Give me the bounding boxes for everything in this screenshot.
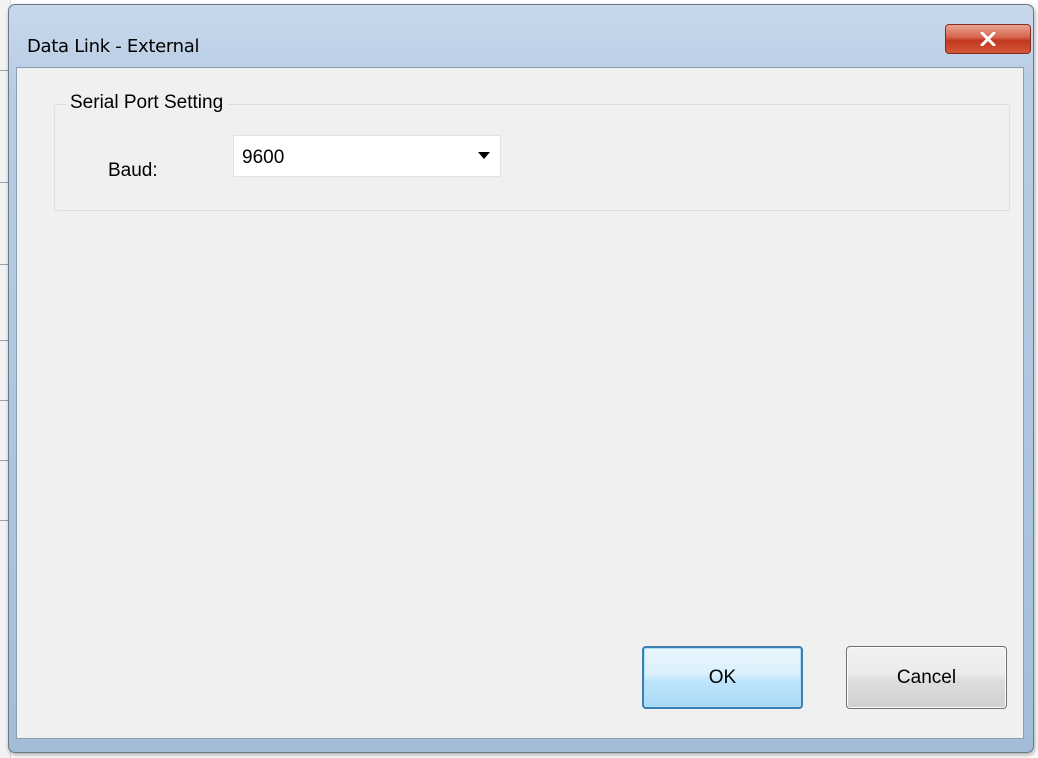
dialog-client-area: Serial Port Setting Baud: 9600 OK Cancel <box>16 67 1024 739</box>
ok-button-label: OK <box>708 666 737 688</box>
close-button[interactable] <box>945 24 1031 54</box>
title-bar[interactable]: Data Link - External <box>9 5 1033 69</box>
baud-dropdown[interactable]: 9600 <box>233 135 501 177</box>
close-icon <box>980 32 996 46</box>
ok-button[interactable]: OK <box>642 646 803 709</box>
serial-port-group <box>54 104 1010 211</box>
baud-selected-value: 9600 <box>242 147 285 168</box>
chevron-down-icon <box>478 152 490 159</box>
cancel-button[interactable]: Cancel <box>846 646 1007 709</box>
cancel-button-label: Cancel <box>896 666 957 688</box>
baud-label: Baud: <box>108 160 158 181</box>
group-legend: Serial Port Setting <box>67 92 228 114</box>
data-link-dialog: Data Link - External Serial Port Setting… <box>8 4 1034 753</box>
window-title: Data Link - External <box>27 36 200 57</box>
